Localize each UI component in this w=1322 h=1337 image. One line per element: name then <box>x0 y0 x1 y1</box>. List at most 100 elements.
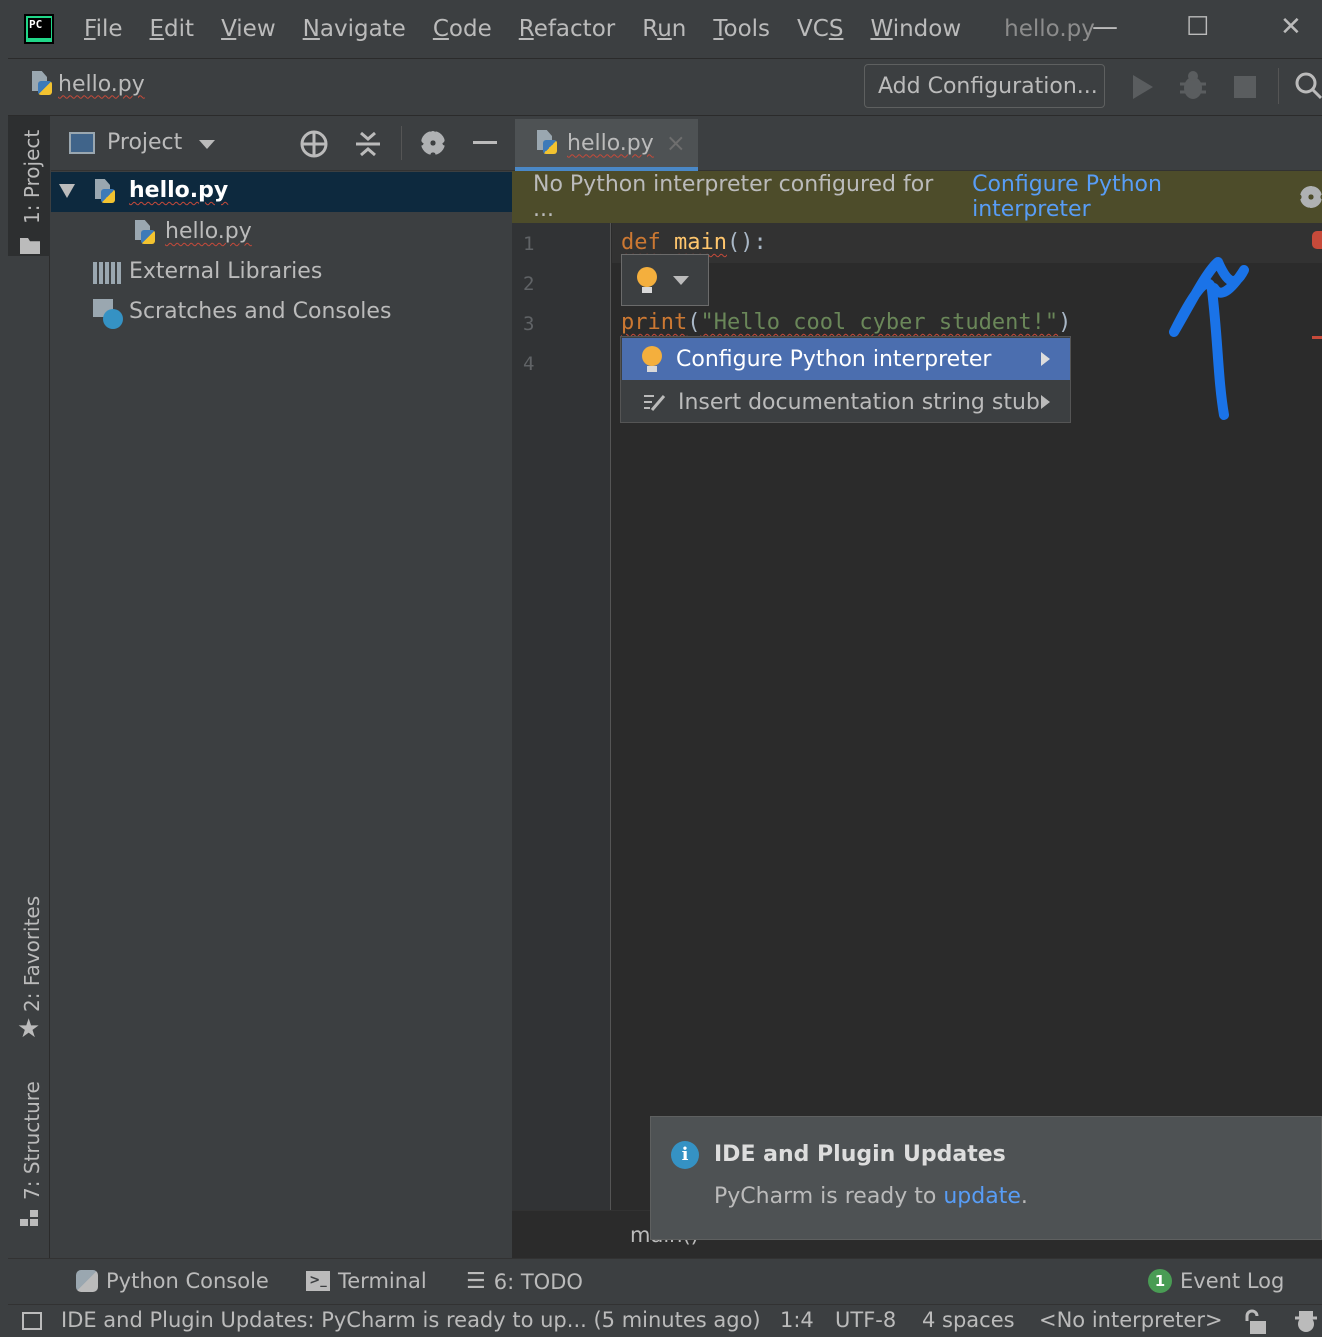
gear-icon[interactable] <box>421 131 445 155</box>
menu-edit[interactable]: Edit <box>150 16 195 42</box>
interpreter-selector[interactable]: <No interpreter> <box>1039 1308 1223 1332</box>
intention-bulb-button[interactable] <box>621 254 709 306</box>
gear-icon[interactable] <box>1300 186 1322 208</box>
breadcrumb-file[interactable]: hello.py <box>58 72 145 97</box>
project-panel: Project hello.py hello.py External Libra… <box>51 116 512 1258</box>
annotation-arrow-icon <box>1169 257 1249 420</box>
project-view-selector[interactable]: Project <box>107 130 182 155</box>
star-icon: ★ <box>17 1014 41 1044</box>
project-tool-tab[interactable]: 1: Project <box>20 130 44 224</box>
navigation-bar: hello.py <box>8 58 1322 116</box>
minimize-button[interactable]: — <box>1092 12 1118 42</box>
menu-code[interactable]: Code <box>433 16 492 42</box>
error-stripe-marker[interactable] <box>1312 231 1322 249</box>
update-link[interactable]: update <box>943 1184 1021 1209</box>
menu-window[interactable]: Window <box>870 16 961 42</box>
info-icon: i <box>671 1141 699 1169</box>
popup-item-configure-interpreter[interactable]: Configure Python interpreter <box>622 338 1070 380</box>
maximize-button[interactable]: ☐ <box>1186 12 1209 42</box>
popup-item-label: Insert documentation string stub <box>678 389 1040 415</box>
code-line-3[interactable]: print("Hello cool cyber student!") <box>621 310 1071 335</box>
run-icon[interactable] <box>1130 72 1156 102</box>
stop-icon[interactable] <box>1234 76 1256 98</box>
structure-tool-tab[interactable]: 7: Structure <box>20 1081 44 1200</box>
configure-interpreter-link[interactable]: Configure Python interpreter <box>972 172 1282 222</box>
toggle-tool-windows-icon[interactable] <box>22 1312 42 1330</box>
intention-actions-popup: Configure Python interpreter Insert docu… <box>620 336 1071 423</box>
editor-gutter: 1 2 3 4 <box>512 223 611 1318</box>
line-number: 3 <box>523 313 535 335</box>
update-notification[interactable]: i IDE and Plugin Updates PyCharm is read… <box>650 1116 1322 1240</box>
line-number: 2 <box>523 273 535 295</box>
left-tool-stripe: 1: Project 2: Favorites ★ 7: Structure <box>8 116 50 1258</box>
menu-tools[interactable]: Tools <box>713 16 770 42</box>
notification-title: IDE and Plugin Updates <box>714 1142 1006 1167</box>
terminal-tab[interactable]: >_ Terminal <box>306 1269 427 1293</box>
error-stripe-marker[interactable] <box>1312 336 1322 339</box>
toolbar-divider <box>1278 68 1279 104</box>
tab-label: Terminal <box>338 1269 427 1293</box>
tree-item-label: hello.py <box>129 178 229 203</box>
code-punctuation: (): <box>726 230 767 255</box>
menu-vcs[interactable]: VCS <box>797 16 843 42</box>
tree-item-root[interactable]: hello.py <box>51 172 512 212</box>
tree-item-label: Scratches and Consoles <box>129 299 392 324</box>
code-builtin: print <box>621 310 688 335</box>
pycharm-logo-icon <box>24 14 54 44</box>
tab-label: Python Console <box>106 1269 269 1293</box>
project-panel-header: Project <box>51 116 512 171</box>
banner-text: No Python interpreter configured for ... <box>533 172 934 222</box>
submenu-arrow-icon <box>1041 395 1050 409</box>
menu-refactor[interactable]: Refactor <box>519 16 616 42</box>
debug-icon[interactable] <box>1178 70 1208 102</box>
tree-item-file[interactable]: hello.py <box>51 213 512 253</box>
tree-item-label: hello.py <box>165 219 252 244</box>
close-window-button[interactable]: ✕ <box>1280 12 1302 42</box>
close-tab-icon[interactable]: × <box>666 129 686 157</box>
todo-tab[interactable]: ☰ 6: TODO <box>466 1269 583 1294</box>
line-number: 4 <box>523 353 535 375</box>
clock-icon <box>103 309 123 329</box>
python-console-tab[interactable]: Python Console <box>76 1269 269 1293</box>
indentation[interactable]: 4 spaces <box>922 1308 1015 1332</box>
menu-file[interactable]: File <box>84 16 123 42</box>
editor-tab-label: hello.py <box>567 130 654 156</box>
tab-label: Event Log <box>1180 1269 1285 1293</box>
inspector-icon[interactable] <box>1292 1308 1320 1336</box>
tab-label: 6: TODO <box>493 1269 583 1294</box>
breadcrumb[interactable]: hello.py <box>30 71 145 97</box>
menu-navigate[interactable]: Navigate <box>303 16 406 42</box>
editor-tab-hello-py[interactable]: hello.py × <box>515 119 698 171</box>
file-encoding[interactable]: UTF-8 <box>835 1308 896 1332</box>
chevron-down-icon[interactable] <box>199 140 215 149</box>
collapse-all-icon[interactable] <box>353 129 383 159</box>
popup-item-insert-docstring[interactable]: Insert documentation string stub <box>622 381 1070 423</box>
menu-bar: File Edit View Navigate Code Refactor Ru… <box>8 0 1322 58</box>
expand-arrow-icon[interactable] <box>59 184 75 198</box>
menu-view[interactable]: View <box>221 16 276 42</box>
notification-text: . <box>1020 1184 1028 1209</box>
chevron-down-icon <box>673 275 689 285</box>
caret-position[interactable]: 1:4 <box>780 1308 814 1332</box>
tree-item-scratches[interactable]: Scratches and Consoles <box>51 293 512 333</box>
search-icon[interactable] <box>1294 70 1322 102</box>
popup-item-label: Configure Python interpreter <box>676 346 992 372</box>
hide-panel-icon[interactable] <box>473 141 497 144</box>
python-file-icon <box>535 130 557 156</box>
code-punctuation: ( <box>687 310 701 335</box>
locate-icon[interactable] <box>299 129 329 159</box>
status-message[interactable]: IDE and Plugin Updates: PyCharm is ready… <box>61 1308 761 1332</box>
add-configuration-button[interactable]: Add Configuration... <box>864 64 1105 108</box>
tree-item-label: External Libraries <box>129 259 323 284</box>
header-divider <box>401 126 402 160</box>
favorites-tool-tab[interactable]: 2: Favorites <box>20 896 44 1012</box>
terminal-icon: >_ <box>306 1271 330 1291</box>
list-icon: ☰ <box>466 1269 486 1294</box>
menu-run[interactable]: Run <box>642 16 686 42</box>
code-line-1[interactable]: def main(): <box>621 230 767 255</box>
unlock-icon[interactable] <box>1242 1309 1268 1335</box>
notification-body: PyCharm is ready to update. <box>714 1184 1028 1209</box>
event-log-tab[interactable]: 1 Event Log <box>1148 1269 1284 1293</box>
lightbulb-icon <box>642 346 662 372</box>
tree-item-external-libraries[interactable]: External Libraries <box>51 253 512 293</box>
